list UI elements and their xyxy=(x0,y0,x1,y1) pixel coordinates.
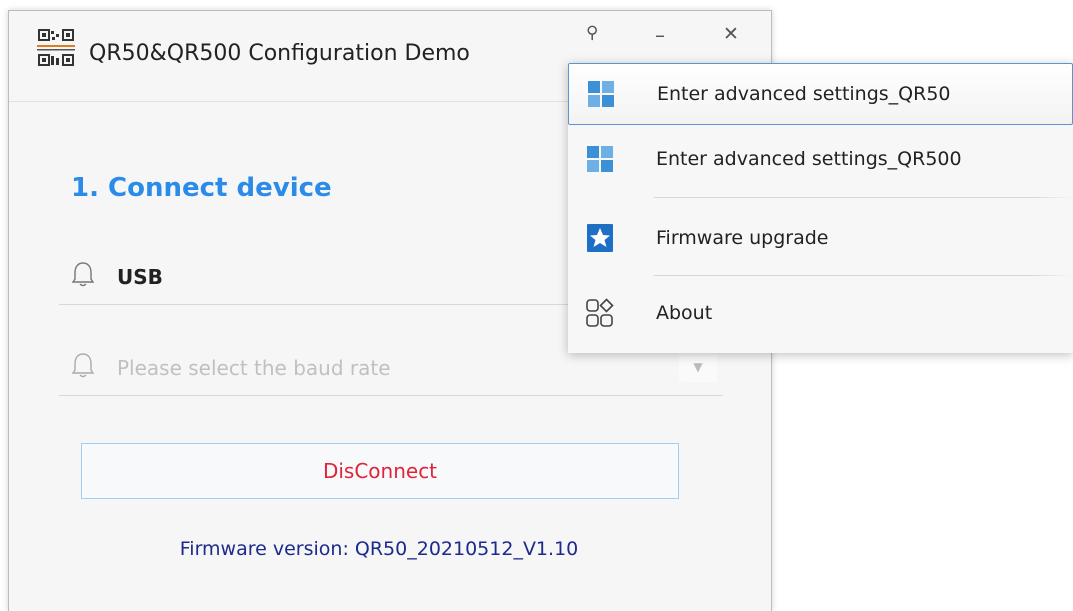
close-icon[interactable]: ✕ xyxy=(723,23,739,45)
firmware-version-text: Firmware version: QR50_20210512_V1.10 xyxy=(179,538,579,560)
port-value: USB xyxy=(117,265,163,289)
menu-separator xyxy=(654,275,1073,276)
menu-item-label: Firmware upgrade xyxy=(656,227,829,249)
chevron-down-icon[interactable]: ▼ xyxy=(679,352,717,382)
baud-rate-placeholder: Please select the baud rate xyxy=(117,356,391,380)
grid-icon xyxy=(588,81,614,107)
menu-item-label: Enter advanced settings_QR500 xyxy=(656,148,962,170)
menu-item-advanced-qr500[interactable]: Enter advanced settings_QR500 xyxy=(568,129,1073,191)
disconnect-button[interactable]: DisConnect xyxy=(81,443,679,499)
grid-icon xyxy=(587,146,613,172)
menu-item-about[interactable]: About xyxy=(568,283,1073,345)
shapes-icon xyxy=(586,298,614,327)
qr-logo-icon xyxy=(37,29,75,66)
menu-item-firmware-upgrade[interactable]: Firmware upgrade xyxy=(568,208,1073,270)
window-title: QR50&QR500 Configuration Demo xyxy=(89,41,470,66)
bell-icon xyxy=(71,262,95,287)
minimize-icon[interactable]: – xyxy=(655,23,665,47)
pin-icon[interactable]: ⚲ xyxy=(586,23,598,43)
menu-item-advanced-qr50[interactable]: Enter advanced settings_QR50 xyxy=(568,63,1073,125)
context-menu: Enter advanced settings_QR50 Enter advan… xyxy=(568,63,1073,353)
connect-device-heading: 1. Connect device xyxy=(71,173,332,203)
menu-item-label: Enter advanced settings_QR50 xyxy=(657,83,951,105)
menu-item-label: About xyxy=(656,302,713,324)
star-icon xyxy=(587,224,613,252)
menu-separator xyxy=(654,197,1073,198)
bell-icon xyxy=(71,353,95,378)
